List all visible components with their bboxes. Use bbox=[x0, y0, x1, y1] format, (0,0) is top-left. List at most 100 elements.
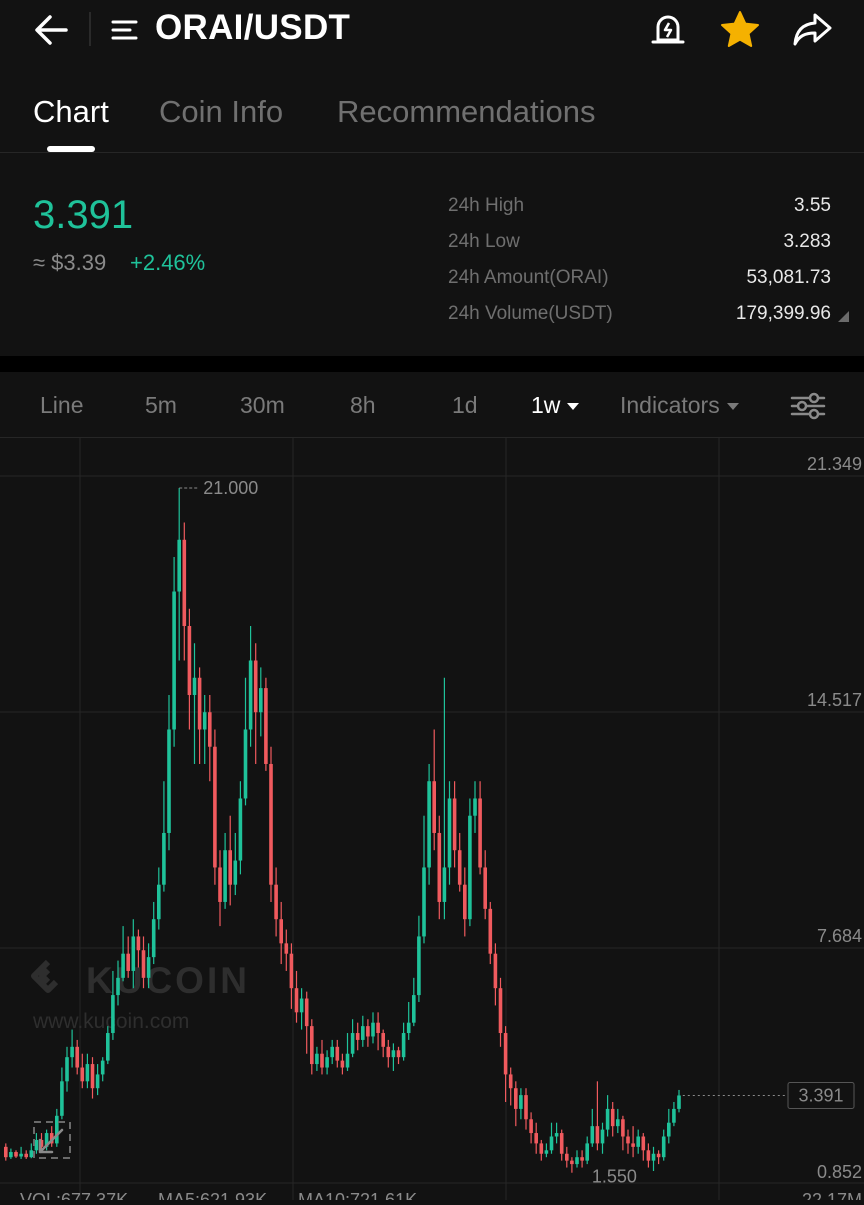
candle-body bbox=[580, 1157, 584, 1161]
y-tick-label: 21.349 bbox=[807, 454, 862, 474]
candle-body bbox=[626, 1136, 630, 1144]
candle-body bbox=[55, 1115, 59, 1144]
candle-body bbox=[345, 1053, 350, 1068]
indicators-label: Indicators bbox=[620, 392, 720, 418]
usd-price: ≈ $3.39 bbox=[33, 250, 107, 275]
candle-body bbox=[595, 1126, 600, 1144]
candle-body bbox=[131, 936, 136, 971]
candle-body bbox=[447, 798, 452, 868]
active-tab-indicator bbox=[47, 146, 95, 152]
candle-body bbox=[202, 712, 207, 730]
top-bar: ORAI/USDT bbox=[0, 0, 864, 60]
candle-body bbox=[274, 884, 278, 920]
candle-body bbox=[218, 867, 222, 902]
candle-body bbox=[406, 1022, 411, 1034]
candle-body bbox=[529, 1119, 533, 1134]
candle-body bbox=[575, 1157, 579, 1165]
interval-line[interactable]: Line bbox=[40, 392, 83, 419]
chart-settings-button[interactable] bbox=[788, 390, 828, 422]
candle-body bbox=[493, 953, 498, 989]
candle-body bbox=[432, 781, 436, 833]
candlestick-chart[interactable]: KUCOIN www.kucoin.com 21.349 14.517 7.68… bbox=[0, 438, 864, 1205]
tab-recommendations[interactable]: Recommendations bbox=[337, 94, 595, 130]
candle-body bbox=[646, 1150, 651, 1161]
interval-1w-dropdown[interactable]: 1w bbox=[531, 392, 580, 419]
candle-body bbox=[417, 936, 421, 996]
candle-body bbox=[146, 957, 151, 978]
candle-body bbox=[590, 1126, 595, 1144]
candle-body bbox=[223, 850, 227, 902]
candle-body bbox=[141, 950, 146, 978]
back-arrow-icon bbox=[35, 15, 68, 45]
price-alert-button[interactable] bbox=[648, 10, 688, 50]
candle-body bbox=[605, 1108, 610, 1130]
candle-body bbox=[503, 1033, 508, 1075]
interval-5m[interactable]: 5m bbox=[145, 392, 177, 419]
pair-title[interactable]: ORAI/USDT bbox=[155, 8, 350, 48]
candle-body bbox=[320, 1053, 324, 1068]
candle-body bbox=[264, 688, 268, 764]
ma10-value: MA10:721.61K bbox=[298, 1190, 417, 1200]
candle-body bbox=[126, 953, 130, 971]
candle-body bbox=[294, 988, 299, 1013]
menu-icon[interactable] bbox=[110, 14, 142, 46]
favorite-button[interactable] bbox=[718, 8, 762, 52]
candle-body bbox=[559, 1133, 564, 1154]
candle-body bbox=[197, 677, 202, 730]
candle-body bbox=[452, 798, 457, 851]
stat-value-24h-amount: 53,081.73 bbox=[746, 267, 831, 288]
volume-indicator-row: VOL:677.37K MA5:621.93K MA10:721.61K 22.… bbox=[20, 1190, 862, 1205]
candle-body bbox=[544, 1150, 549, 1154]
candle-body bbox=[661, 1136, 666, 1158]
share-icon bbox=[793, 13, 832, 46]
candle-body bbox=[157, 884, 161, 920]
candle-body bbox=[350, 1033, 355, 1054]
header-divider bbox=[89, 12, 91, 46]
candle-body bbox=[677, 1095, 681, 1109]
candle-body bbox=[570, 1160, 574, 1165]
candle-body bbox=[483, 867, 487, 909]
candle-body bbox=[167, 729, 171, 833]
candle-body bbox=[667, 1122, 671, 1137]
candle-body bbox=[641, 1136, 646, 1151]
y-tick-label: 7.684 bbox=[817, 926, 862, 946]
kucoin-logo-icon bbox=[31, 959, 59, 993]
candle-body bbox=[208, 712, 212, 747]
interval-8h[interactable]: 8h bbox=[350, 392, 376, 419]
candle-body bbox=[325, 1057, 329, 1068]
candle-body bbox=[253, 660, 258, 713]
candle-body bbox=[116, 977, 120, 996]
candle-body bbox=[457, 850, 462, 885]
candle-body bbox=[422, 867, 426, 937]
back-button[interactable] bbox=[30, 10, 74, 50]
candle-series bbox=[4, 488, 681, 1173]
volume-axis-max: 22.17M bbox=[802, 1190, 862, 1200]
candle-body bbox=[9, 1152, 13, 1158]
candle-body bbox=[121, 953, 125, 978]
candle-body bbox=[182, 539, 187, 627]
candle-body bbox=[192, 677, 197, 695]
candle-body bbox=[233, 860, 238, 885]
tab-chart[interactable]: Chart bbox=[33, 94, 109, 130]
y-tick-label: 0.852 bbox=[817, 1162, 862, 1182]
interval-30m[interactable]: 30m bbox=[240, 392, 285, 419]
kucoin-watermark: KUCOIN www.kucoin.com bbox=[31, 959, 247, 1033]
candle-body bbox=[534, 1133, 538, 1144]
candle-body bbox=[243, 729, 248, 799]
interval-1d[interactable]: 1d bbox=[452, 392, 478, 419]
candle-body bbox=[401, 1033, 406, 1058]
candle-body bbox=[554, 1133, 559, 1137]
dropdown-caret-icon bbox=[567, 403, 580, 411]
candle-body bbox=[610, 1108, 615, 1127]
candle-body bbox=[19, 1153, 23, 1157]
share-button[interactable] bbox=[790, 8, 834, 52]
indicators-dropdown[interactable]: Indicators bbox=[620, 392, 739, 419]
candle-body bbox=[335, 1046, 340, 1061]
chart-canvas[interactable]: KUCOIN www.kucoin.com 21.349 14.517 7.68… bbox=[0, 438, 864, 1205]
candle-body bbox=[289, 953, 294, 989]
candle-body bbox=[100, 1060, 105, 1075]
stat-value-24h-low: 3.283 bbox=[783, 231, 831, 252]
candle-body bbox=[228, 850, 232, 885]
last-price-tag-label: 3.391 bbox=[798, 1085, 843, 1105]
tab-coin-info[interactable]: Coin Info bbox=[159, 94, 283, 130]
